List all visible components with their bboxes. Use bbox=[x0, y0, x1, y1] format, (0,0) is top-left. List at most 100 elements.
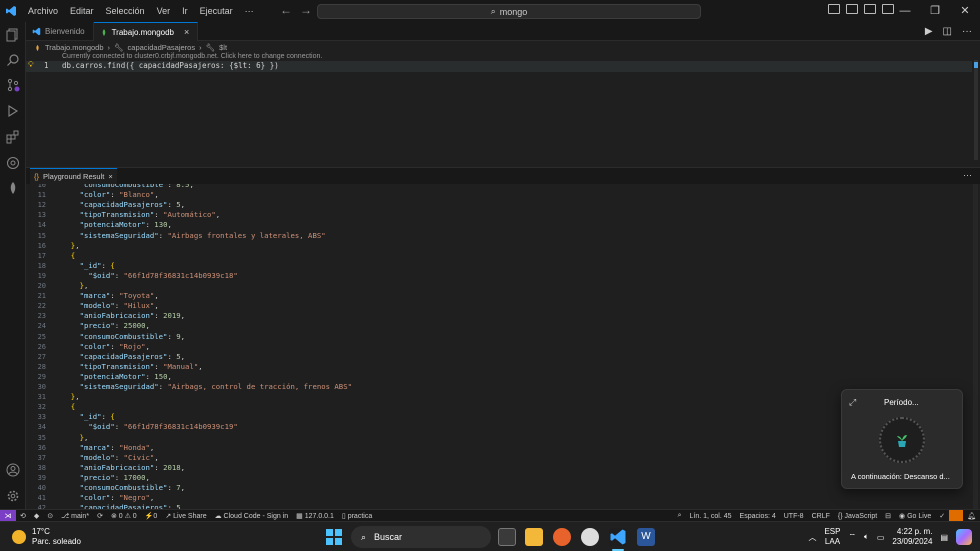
result-viewer[interactable]: 10 "consumoCombustible": 8.5, 11 "color":… bbox=[26, 184, 980, 509]
wifi-icon[interactable]: ⌔ bbox=[848, 532, 856, 542]
cursor-position[interactable]: Lín. 1, col. 45 bbox=[686, 513, 736, 520]
mongodb-file-icon bbox=[36, 44, 39, 51]
menu-ver[interactable]: Ver bbox=[151, 0, 177, 22]
language-mode[interactable]: {} JavaScript bbox=[834, 513, 881, 520]
search-value: mongo bbox=[499, 6, 528, 17]
maximize-button[interactable]: ❐ bbox=[920, 0, 950, 22]
close-window-button[interactable]: ✕ bbox=[950, 0, 980, 22]
editor-code-line[interactable]: db.carros.find({ capacidadPasajeros: {$l… bbox=[62, 61, 279, 70]
chevron-up-icon[interactable]: ︿ bbox=[808, 532, 816, 543]
taskbar-search[interactable]: ⌕ Buscar bbox=[351, 526, 491, 548]
toggle-secondary-sidebar-icon[interactable] bbox=[864, 4, 876, 14]
menu-editar[interactable]: Editar bbox=[64, 0, 100, 22]
breadcrumb-field[interactable]: capacidadPasajeros bbox=[128, 43, 196, 52]
golive-item[interactable]: ◉ Go Live bbox=[895, 512, 935, 520]
battery-icon[interactable]: ▭ bbox=[877, 533, 885, 542]
firefox-icon[interactable] bbox=[553, 528, 571, 546]
copilot-icon[interactable] bbox=[956, 529, 972, 545]
expand-icon[interactable]: ⤢ bbox=[849, 397, 856, 408]
result-line: 36 "marca": "Honda", bbox=[26, 443, 155, 453]
liveshare-item[interactable]: ↗ Live Share bbox=[161, 512, 210, 520]
ports-indicator[interactable]: ⚡0 bbox=[141, 512, 162, 520]
more-actions-icon[interactable]: ··· bbox=[962, 26, 972, 37]
vscode-window: Archivo Editar Selección Ver Ir Ejecutar… bbox=[0, 0, 980, 551]
minimize-button[interactable]: — bbox=[890, 0, 920, 22]
result-scrollbar[interactable] bbox=[973, 184, 978, 509]
menu-ir[interactable]: Ir bbox=[176, 0, 194, 22]
lightbulb-icon[interactable]: 💡︎ bbox=[28, 60, 34, 70]
notification-center-icon[interactable]: ▤ bbox=[940, 533, 948, 542]
status-icon-c[interactable]: ⊙ bbox=[43, 512, 57, 520]
windows-taskbar: 17°C Parc. soleado ⌕ Buscar W ︿ ESP LAA … bbox=[0, 521, 980, 551]
cloud-code-item[interactable]: ☁ Cloud Code - Sign in bbox=[211, 512, 293, 520]
lang-bottom: LAA bbox=[824, 537, 841, 546]
back-arrow-icon[interactable]: ← bbox=[280, 3, 292, 17]
volume-icon[interactable]: 🔈︎ bbox=[864, 532, 869, 542]
task-view-icon[interactable] bbox=[498, 528, 516, 546]
result-line: 32 { bbox=[26, 402, 76, 412]
weather-widget[interactable]: 17°C Parc. soleado bbox=[12, 527, 81, 547]
tab-bienvenido[interactable]: Bienvenido bbox=[26, 22, 94, 41]
code-editor[interactable]: 💡︎ 1 db.carros.find({ capacidadPasajeros… bbox=[26, 60, 980, 166]
menu-seleccion[interactable]: Selección bbox=[100, 0, 151, 22]
split-editor-icon[interactable]: ◫ bbox=[943, 26, 952, 37]
editor-scrollbar[interactable] bbox=[974, 60, 978, 160]
result-code: "tipoTransmision": "Automático", bbox=[79, 210, 221, 220]
line-number: 15 bbox=[37, 231, 46, 240]
notification-icon[interactable]: 🔔︎ bbox=[963, 512, 980, 520]
account-icon[interactable] bbox=[5, 462, 21, 478]
command-center-search[interactable]: ⌕ mongo bbox=[317, 4, 701, 19]
format-icon[interactable]: ⊟ bbox=[881, 512, 895, 520]
line-ending[interactable]: CRLF bbox=[808, 513, 834, 520]
result-code: }, bbox=[79, 432, 89, 442]
search-activity-icon[interactable] bbox=[5, 52, 21, 68]
mongodb-leaf-icon[interactable] bbox=[5, 180, 21, 196]
weather-temp: 17°C bbox=[32, 527, 50, 536]
forward-arrow-icon[interactable]: → bbox=[300, 3, 312, 17]
panel-more-button[interactable]: ··· bbox=[963, 170, 972, 180]
status-icon-b[interactable]: ◆ bbox=[30, 512, 43, 520]
vscode-taskbar-icon[interactable] bbox=[609, 528, 627, 546]
feedback-icon[interactable]: ✓ bbox=[935, 512, 949, 520]
language-indicator[interactable]: ESP LAA bbox=[824, 527, 840, 547]
word-icon[interactable]: W bbox=[637, 528, 655, 546]
menu-more-button[interactable]: ··· bbox=[239, 0, 260, 22]
explorer-icon[interactable] bbox=[5, 27, 21, 43]
run-playground-icon[interactable]: ▶ bbox=[925, 26, 933, 37]
encoding[interactable]: UTF-8 bbox=[780, 513, 808, 520]
search-icon: ⌕ bbox=[490, 6, 496, 16]
source-control-icon[interactable] bbox=[5, 77, 21, 93]
tab-playground-result[interactable]: {} Playground Result × bbox=[30, 167, 117, 185]
tab-label: Bienvenido bbox=[45, 27, 85, 36]
menu-ejecutar[interactable]: Ejecutar bbox=[194, 0, 239, 22]
indentation[interactable]: Espacios: 4 bbox=[736, 513, 780, 520]
db-item[interactable]: ▯ practica bbox=[338, 512, 376, 520]
server-item[interactable]: ▦ 127.0.0.1 bbox=[292, 512, 338, 520]
branch-item[interactable]: ⎇ main* bbox=[57, 512, 93, 520]
file-explorer-icon[interactable] bbox=[525, 528, 543, 546]
windows-start-icon[interactable] bbox=[326, 529, 342, 545]
run-debug-icon[interactable] bbox=[5, 103, 21, 119]
remote-explorer-icon[interactable] bbox=[5, 155, 21, 171]
settings-gear-icon[interactable] bbox=[5, 488, 21, 504]
tab-trabajo-mongodb[interactable]: Trabajo.mongodb × bbox=[93, 22, 199, 41]
close-icon[interactable]: × bbox=[184, 27, 189, 37]
clock-app-icon[interactable] bbox=[581, 528, 599, 546]
breadcrumb-operator[interactable]: $lt bbox=[219, 43, 227, 52]
toggle-panel-icon[interactable] bbox=[846, 4, 858, 14]
result-line: 21 "marca": "Toyota", bbox=[26, 291, 159, 301]
remote-indicator[interactable]: ⋊ bbox=[0, 509, 16, 522]
line-number: 40 bbox=[37, 484, 46, 492]
result-code: }, bbox=[79, 281, 89, 290]
connection-codelens[interactable]: Currently connected to cluster0.crbjf.mo… bbox=[62, 53, 322, 60]
toggle-sidebar-icon[interactable] bbox=[828, 4, 840, 14]
extensions-icon[interactable] bbox=[5, 129, 21, 145]
menu-archivo[interactable]: Archivo bbox=[22, 0, 64, 22]
breadcrumb-file[interactable]: Trabajo.mongodb bbox=[45, 43, 104, 52]
clock[interactable]: 4:22 p. m. 23/09/2024 bbox=[892, 527, 932, 547]
status-icon-a[interactable]: ⟲ bbox=[16, 512, 30, 520]
problems-indicator[interactable]: ⊗ 0 ⚠ 0 bbox=[107, 512, 141, 520]
zoom-icon[interactable]: ⌕ bbox=[674, 512, 686, 520]
close-icon[interactable]: × bbox=[108, 172, 112, 181]
sync-icon[interactable]: ⟳ bbox=[93, 512, 107, 520]
